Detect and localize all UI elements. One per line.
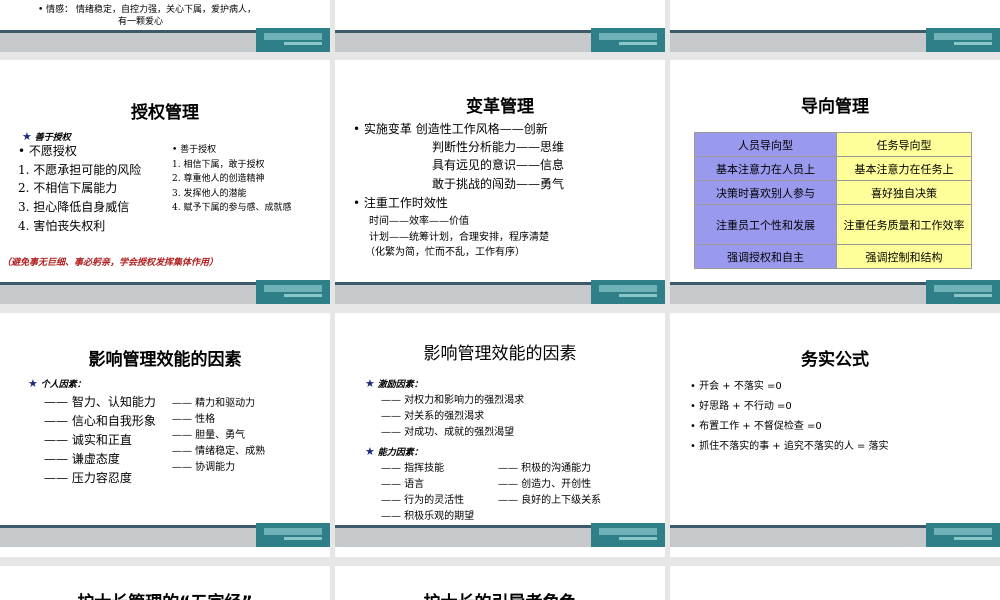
logo-icon	[591, 523, 665, 547]
formula-2: • 布置工作 + 不督促检查 =0	[690, 421, 822, 432]
personal-right-2: —— 胆量、勇气	[172, 430, 246, 441]
empower-note: （避免事无巨细、事必躬亲，学会授权发挥集体作用）	[2, 258, 219, 268]
empower-left-3: 3. 担心降低自身威信	[18, 200, 130, 214]
change-line-1: 判断性分析能力——思维	[432, 140, 565, 154]
ability-left-2: —— 行为的灵活性	[381, 495, 465, 506]
change-line-2: 具有远见的意识——信息	[432, 158, 565, 172]
change-line-0: • 实施变革 创造性工作风格——创新	[353, 122, 548, 136]
logo-icon	[256, 523, 330, 547]
personal-right-3: —— 情绪稳定、成熟	[172, 446, 266, 457]
orient-table: 人员导向型 任务导向型 基本注意力在人员上 基本注意力在任务上 决策时喜欢别人参与喜…	[694, 132, 972, 269]
change-line-6: 计划——统筹计划，合理安排，程序清楚	[369, 232, 549, 243]
slide-footer	[0, 280, 330, 304]
slide-footer	[670, 28, 1000, 52]
empower-right-3: 3. 发挥他人的潜能	[172, 189, 247, 199]
slide-change: 变革管理 • 实施变革 创造性工作风格——创新 判断性分析能力——思维 具有远见…	[335, 60, 665, 304]
orient-cell: 喜好独自决策	[836, 180, 972, 205]
motive-2: —— 对成功、成就的强烈渴望	[381, 427, 515, 438]
orient-cell: 注重任务质量和工作效率	[836, 204, 972, 245]
slide-formula: 务实公式 • 开会 + 不落实 =0 • 好思路 + 不行动 =0 • 布置工作…	[670, 313, 1000, 557]
logo-icon	[926, 28, 1000, 52]
personal-right-1: —— 性格	[172, 414, 216, 425]
slide-factors-motive: 影响管理效能的因素 ★ 激励因素： —— 对权力和影响力的强烈渴求 —— 对关系…	[335, 313, 665, 557]
slide-bottom-left: 护士长管理的“五字经”	[0, 566, 330, 600]
ability-left-0: —— 指挥技能	[381, 463, 445, 474]
ability-header: ★ 能力因素：	[365, 445, 423, 458]
slide-footer	[335, 28, 665, 52]
ability-right-2: —— 良好的上下级关系	[498, 495, 602, 506]
slide-footer	[0, 28, 330, 52]
logo-icon	[926, 280, 1000, 304]
empower-right-0: • 善于授权	[172, 145, 217, 155]
orient-cell: 任务导向型	[836, 132, 972, 157]
slide-title: 影响管理效能的因素	[423, 344, 577, 364]
ability-right-0: —— 积极的沟通能力	[498, 463, 592, 474]
slide-title: 务实公式	[801, 350, 869, 370]
empower-left-0: • 不愿授权	[18, 144, 77, 158]
logo-icon	[591, 28, 665, 52]
orient-cell: 强调控制和结构	[836, 244, 972, 269]
change-line-5: 时间——效率——价值	[369, 216, 469, 227]
ability-left-1: —— 语言	[381, 479, 425, 490]
slide-footer	[0, 523, 330, 547]
slide-title: 变革管理	[466, 97, 534, 117]
slide-footer	[670, 523, 1000, 547]
motive-0: —— 对权力和影响力的强烈渴求	[381, 395, 525, 406]
change-line-3: 敢于挑战的闯劲——勇气	[432, 177, 565, 191]
empower-left-2: 2. 不相信下属能力	[18, 181, 118, 195]
empower-left-1: 1. 不愿承担可能的风险	[18, 163, 142, 177]
slide-title: 护士长的引导者角色	[335, 588, 665, 600]
slide-title: 影响管理效能的因素	[88, 350, 242, 370]
logo-icon	[926, 523, 1000, 547]
empower-right-1: 1. 相信下属，敢于授权	[172, 160, 265, 170]
slide-title: 护士长管理的“五字经”	[0, 588, 330, 600]
slide-top-mid	[335, 0, 665, 52]
logo-icon	[256, 28, 330, 52]
personal-left-0: —— 智力、认知能力	[44, 395, 156, 409]
orient-cell: 决策时喜欢别人参与	[694, 180, 837, 205]
slide-bottom-mid: 护士长的引导者角色	[335, 566, 665, 600]
slide-empower: 授权管理 ★ 善于授权 • 不愿授权 1. 不愿承担可能的风险 2. 不相信下属…	[0, 60, 330, 304]
personal-left-2: —— 诚实和正直	[44, 433, 132, 447]
personal-right-4: —— 协调能力	[172, 462, 236, 473]
emotion-line-2: 有一颗爱心	[118, 17, 164, 27]
motive-header: ★ 激励因素：	[365, 377, 423, 390]
slide-footer	[335, 523, 665, 547]
slide-top-right	[670, 0, 1000, 52]
logo-icon	[256, 280, 330, 304]
slide-footer	[670, 280, 1000, 304]
formula-0: • 开会 + 不落实 =0	[690, 381, 782, 392]
change-line-4: • 注重工作时效性	[353, 196, 448, 210]
change-line-7: （化繁为简，忙而不乱，工作有序）	[365, 247, 525, 258]
orient-cell: 强调授权和自主	[694, 244, 837, 269]
orient-cell: 基本注意力在人员上	[694, 156, 837, 181]
empower-right-2: 2. 尊重他人的创造精神	[172, 174, 265, 184]
empower-left-4: 4. 害怕丧失权利	[18, 219, 106, 233]
orient-cell: 基本注意力在任务上	[836, 156, 972, 181]
orient-cell: 注重员工个性和发展	[694, 204, 837, 245]
star-icon: ★	[28, 377, 38, 390]
slide-orient: 导向管理 人员导向型 任务导向型 基本注意力在人员上 基本注意力在任务上 决策时喜欢…	[670, 60, 1000, 304]
ability-left-3: —— 积极乐观的期望	[381, 511, 475, 522]
slide-top-left: • 情感： 情绪稳定，自控力强，关心下属，爱护病人， 有一颗爱心	[0, 0, 330, 52]
slide-title: 授权管理	[131, 103, 199, 123]
personal-left-3: —— 谦虚态度	[44, 452, 120, 466]
personal-header: ★ 个人因素：	[28, 377, 86, 390]
motive-1: —— 对关系的强烈渴求	[381, 411, 485, 422]
slide-title: 导向管理	[801, 97, 869, 117]
formula-1: • 好思路 + 不行动 =0	[690, 401, 792, 412]
slide-bottom-right	[670, 566, 1000, 600]
slide-footer	[335, 280, 665, 304]
star-icon: ★	[365, 377, 375, 390]
star-icon: ★	[365, 445, 375, 458]
personal-right-0: —— 精力和驱动力	[172, 398, 256, 409]
personal-left-1: —— 信心和自我形象	[44, 414, 156, 428]
orient-cell: 人员导向型	[694, 132, 837, 157]
slide-factors-personal: 影响管理效能的因素 ★ 个人因素： —— 智力、认知能力 —— 信心和自我形象 …	[0, 313, 330, 557]
formula-3: • 抓住不落实的事 + 追究不落实的人 = 落实	[690, 441, 889, 452]
personal-left-4: —— 压力容忍度	[44, 471, 132, 485]
ability-right-1: —— 创造力、开创性	[498, 479, 592, 490]
logo-icon	[591, 280, 665, 304]
empower-right-4: 4. 赋予下属的参与感、成就感	[172, 203, 292, 213]
